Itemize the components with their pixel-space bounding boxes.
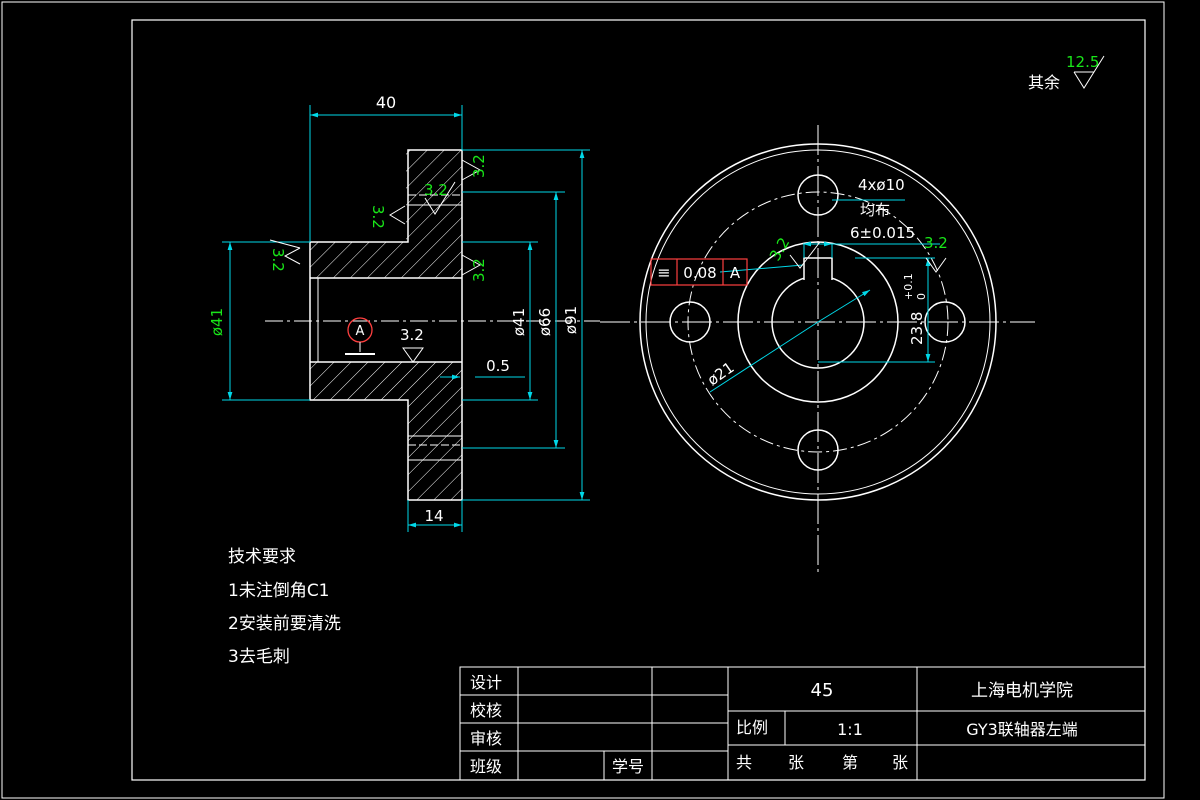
tb-material: 45: [811, 680, 834, 701]
tb-part-name: GY3联轴器左端: [966, 720, 1078, 739]
roughness-6: 3.2: [400, 326, 424, 344]
pcd-dim: ø21: [704, 358, 737, 389]
holes-note: 均布: [860, 201, 890, 219]
tb-scale-label: 比例: [736, 718, 768, 737]
tb-sheet-no: 第: [842, 753, 858, 772]
tech-item-1: 1未注倒角C1: [228, 581, 330, 601]
dim-dia91: ø91: [562, 306, 580, 334]
tb-sheet-unit1: 张: [788, 753, 804, 772]
tb-label-class: 班级: [470, 757, 502, 776]
lower-hub-hatch: [310, 362, 462, 400]
tb-school: 上海电机学院: [971, 681, 1073, 701]
holes-dim: 4xø10: [858, 176, 905, 194]
tol-symbol: ≡: [657, 263, 670, 282]
tb-label-review: 审核: [470, 729, 502, 748]
roughness-note-value: 12.5: [1066, 53, 1099, 71]
end-roughness-b: 3.2: [766, 234, 794, 264]
tol-datum: A: [730, 264, 741, 282]
tb-sheet-unit2: 张: [892, 753, 908, 772]
dim-40: 40: [376, 93, 396, 112]
dim-05: 0.5: [486, 357, 510, 375]
tol-value: 0.08: [683, 264, 716, 282]
upper-hub-hatch: [310, 242, 462, 278]
dim-dia41-left: ø41: [208, 308, 226, 336]
drawing-canvas: 40 14 0.5 ø91 ø66 ø41 ø41 3.2 3.2 3.2 3.…: [1, 1, 1165, 799]
tb-student-no: 学号: [612, 757, 644, 776]
roughness-note-label: 其余: [1028, 73, 1060, 92]
roughness-4: 3.2: [269, 248, 287, 272]
roughness-5: 3.2: [470, 258, 488, 282]
roughness-2: 3.2: [424, 181, 448, 199]
dim-dia66: ø66: [536, 308, 554, 336]
depth-dim: 23.8: [908, 312, 926, 345]
depth-tol-lower: 0: [915, 293, 928, 300]
tb-sheet-total: 共: [736, 753, 752, 772]
dim-14: 14: [424, 507, 443, 525]
end-view: [600, 125, 1035, 575]
roughness-3: 3.2: [369, 205, 387, 229]
depth-tol-upper: +0.1: [902, 273, 915, 300]
tb-scale-value: 1:1: [837, 720, 863, 739]
keyway-dim: 6±0.015: [850, 224, 915, 242]
tb-label-design: 设计: [470, 673, 502, 692]
datum-label: A: [356, 324, 365, 339]
roughness-1: 3.2: [470, 154, 488, 178]
tech-item-3: 3去毛刺: [228, 647, 290, 667]
outer-frame: [1, 1, 1165, 799]
lower-hatch: [408, 400, 462, 500]
tech-title: 技术要求: [228, 547, 296, 567]
tech-item-2: 2安装前要清洗: [228, 614, 341, 634]
tb-label-check: 校核: [470, 701, 502, 720]
dim-dia41-right: ø41: [510, 308, 528, 336]
end-roughness-a: 3.2: [924, 234, 948, 252]
